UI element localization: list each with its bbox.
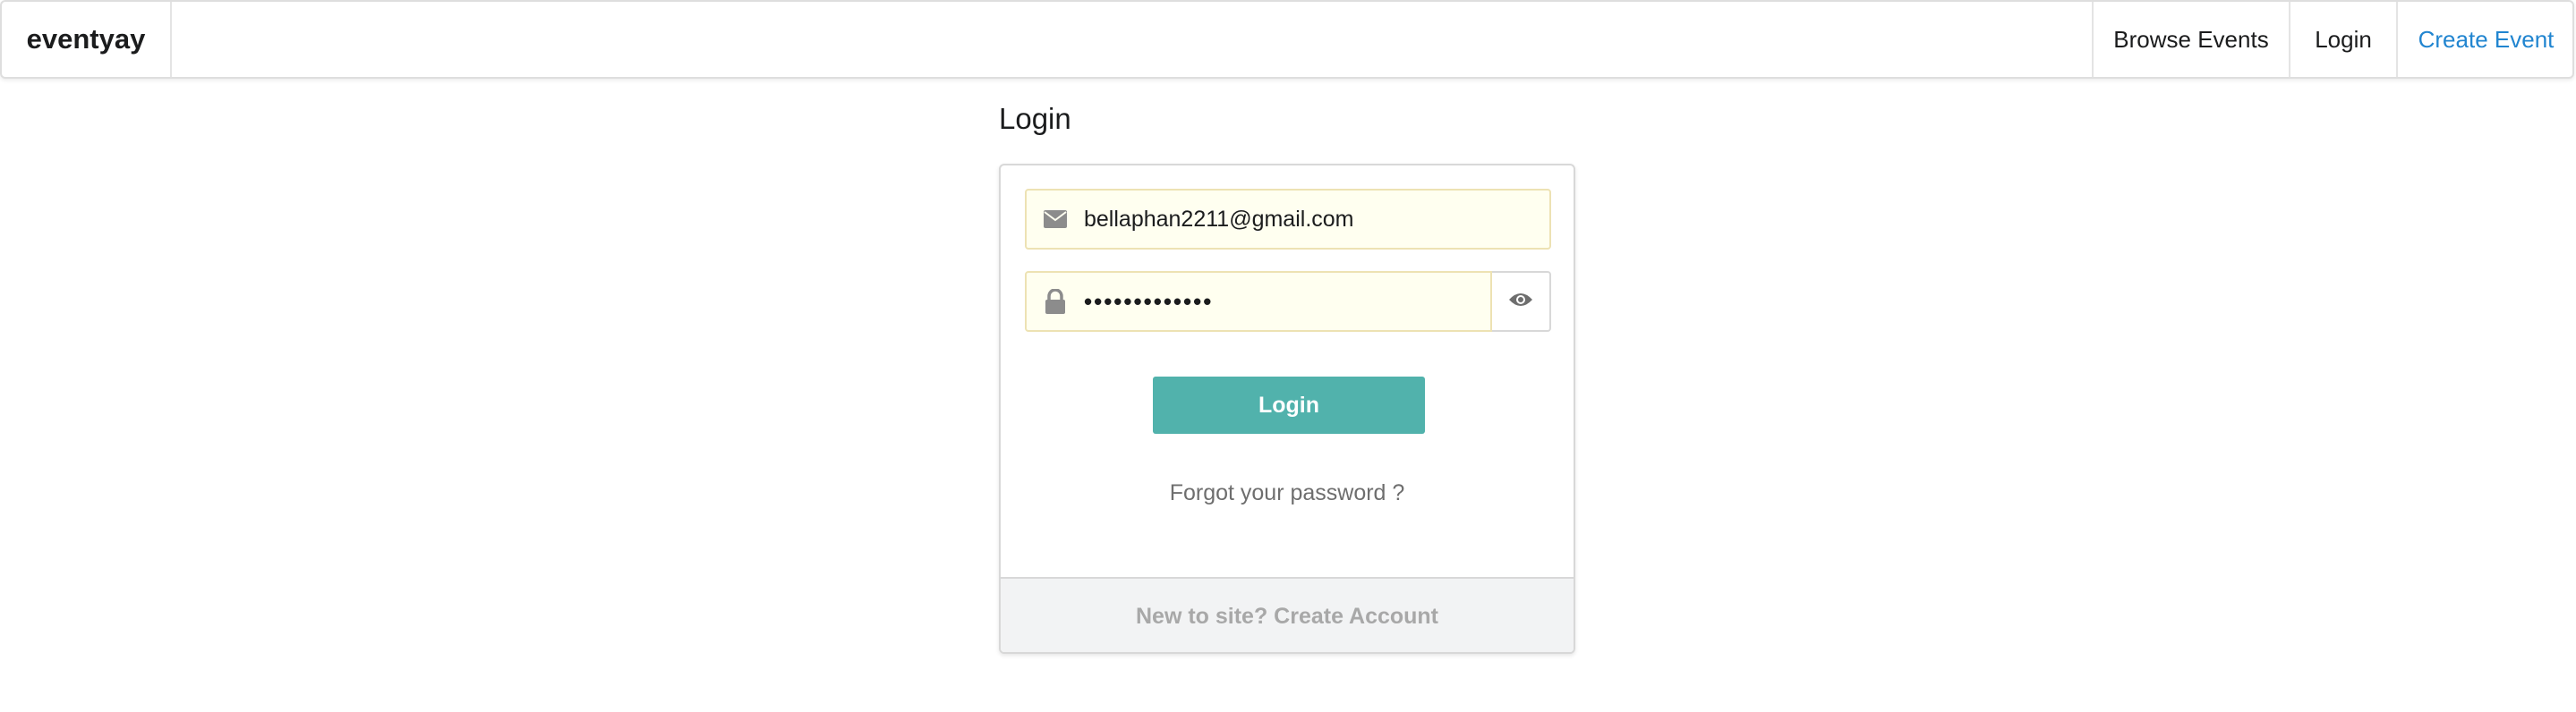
nav-login[interactable]: Login [2289, 2, 2396, 77]
password-input[interactable]: ••••••••••••• [1084, 288, 1478, 316]
envelope-icon [1027, 191, 1084, 248]
page-title: Login [999, 102, 1071, 135]
brand-logo[interactable]: eventyay [2, 2, 172, 77]
email-field[interactable] [1025, 189, 1551, 250]
password-field[interactable]: ••••••••••••• [1025, 271, 1492, 332]
create-account-link[interactable]: New to site? Create Account [1001, 577, 1574, 652]
login-button[interactable]: Login [1153, 377, 1425, 434]
show-password-button[interactable] [1492, 271, 1551, 332]
top-navbar: eventyay Browse Events Login Create Even… [0, 0, 2574, 79]
lock-icon [1027, 273, 1084, 330]
nav-create-event[interactable]: Create Event [2396, 2, 2574, 77]
email-input[interactable] [1084, 206, 1531, 233]
eye-icon [1508, 292, 1533, 312]
nav-browse-events[interactable]: Browse Events [2092, 2, 2289, 77]
forgot-password-link[interactable]: Forgot your password ? [1001, 480, 1574, 506]
login-card: ••••••••••••• Login Forgot your password… [999, 164, 1575, 654]
